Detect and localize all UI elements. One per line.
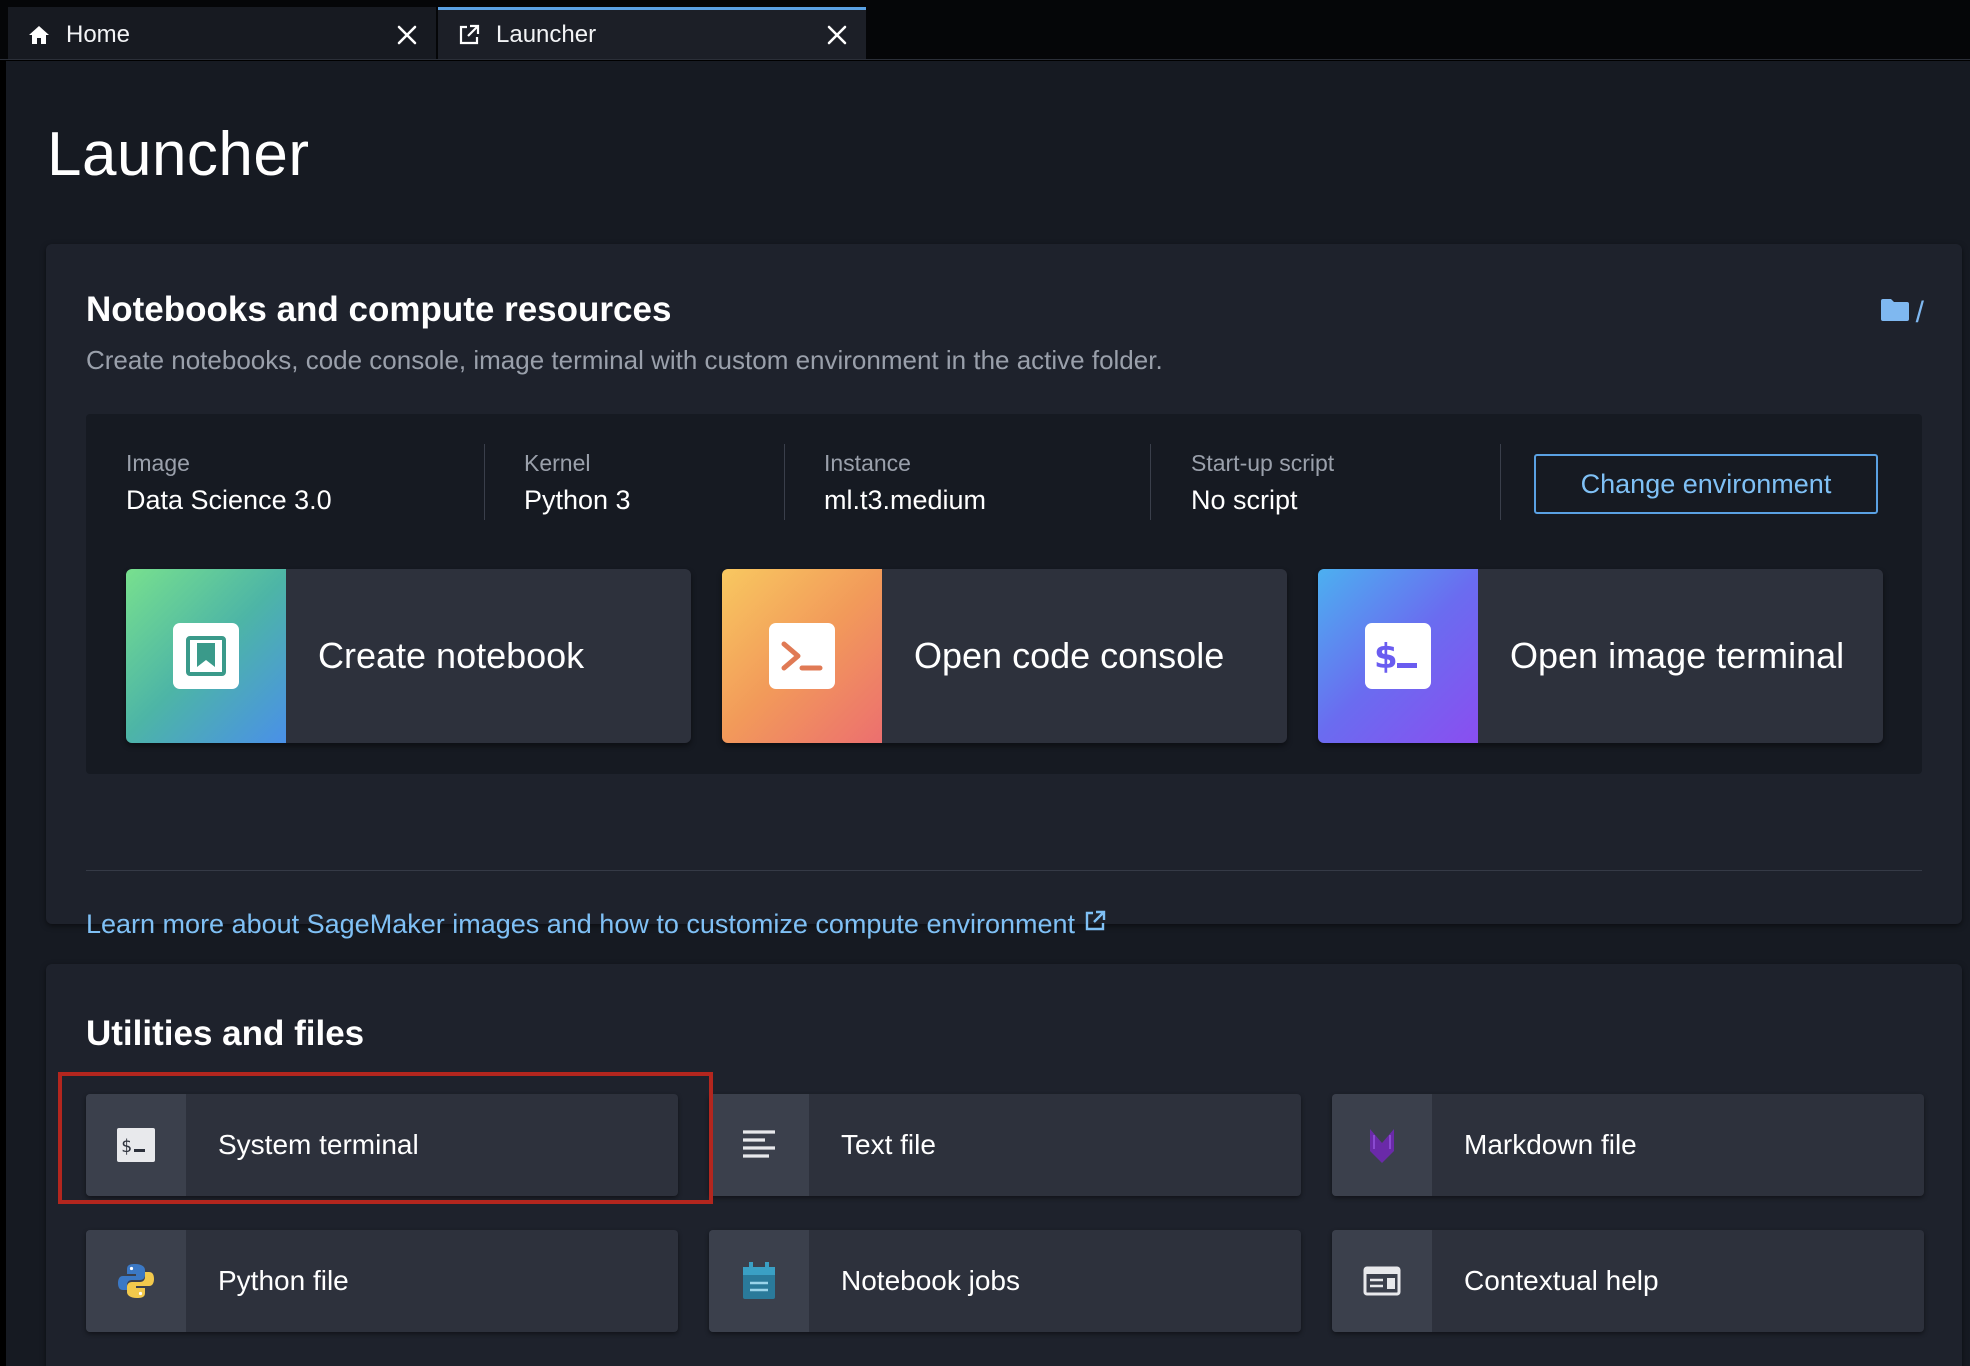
tab-home[interactable]: Home <box>8 7 436 59</box>
notebook-icon <box>173 623 239 689</box>
home-icon <box>26 22 52 48</box>
contextual-help-card[interactable]: Contextual help <box>1332 1230 1924 1332</box>
markdown-icon <box>1332 1094 1432 1196</box>
learn-more-text: Learn more about SageMaker images and ho… <box>86 909 1076 939</box>
env-instance-label: Instance <box>824 450 911 476</box>
system-terminal-card[interactable]: $ System terminal <box>86 1094 678 1196</box>
env-instance-value: ml.t3.medium <box>824 485 987 515</box>
section-title-utilities: Utilities and files <box>86 1014 365 1053</box>
create-notebook-label: Create notebook <box>318 635 585 676</box>
svg-text:$: $ <box>1374 637 1398 677</box>
divider <box>86 870 1922 871</box>
python-icon <box>86 1230 186 1332</box>
tab-launcher-label: Launcher <box>496 20 597 48</box>
open-code-console-label: Open code console <box>914 635 1225 676</box>
system-terminal-icon: $ <box>86 1094 186 1196</box>
svg-text:$: $ <box>121 1136 132 1157</box>
env-image-label: Image <box>126 450 190 476</box>
tab-launcher[interactable]: Launcher <box>438 7 866 59</box>
env-image: Image Data Science 3.0 <box>126 450 332 516</box>
markdown-file-card[interactable]: Markdown file <box>1332 1094 1924 1196</box>
folder-icon <box>1880 296 1910 330</box>
text-file-label: Text file <box>841 1129 936 1160</box>
page-title: Launcher <box>47 120 310 189</box>
close-icon[interactable] <box>392 20 422 50</box>
open-image-terminal-card[interactable]: $ Open image terminal <box>1318 569 1883 743</box>
env-startup: Start-up script No script <box>1191 450 1334 516</box>
active-folder[interactable]: / <box>1880 296 1924 330</box>
text-file-card[interactable]: Text file <box>709 1094 1301 1196</box>
learn-more-link[interactable]: Learn more about SageMaker images and ho… <box>86 909 1107 940</box>
close-icon[interactable] <box>822 20 852 50</box>
text-file-icon <box>709 1094 809 1196</box>
env-startup-value: No script <box>1191 485 1298 515</box>
divider <box>1500 444 1501 520</box>
open-code-console-card[interactable]: Open code console <box>722 569 1287 743</box>
notebook-jobs-label: Notebook jobs <box>841 1265 1021 1296</box>
notebooks-panel: Notebooks and compute resources Create n… <box>46 244 1962 939</box>
launcher-icon <box>456 22 482 48</box>
contextual-help-icon <box>1332 1230 1432 1332</box>
folder-path-text: / <box>1915 296 1924 329</box>
tab-home-label: Home <box>66 20 131 48</box>
tab-bar: Home Launcher <box>0 0 1970 60</box>
calendar-icon <box>709 1230 809 1332</box>
code-console-icon <box>769 623 835 689</box>
notebook-jobs-card[interactable]: Notebook jobs <box>709 1230 1301 1332</box>
markdown-file-label: Markdown file <box>1464 1129 1637 1160</box>
env-kernel-value: Python 3 <box>524 485 631 515</box>
divider <box>784 444 785 520</box>
environment-box: Image Data Science 3.0 Kernel Python 3 I… <box>86 414 1922 774</box>
external-link-icon <box>1083 909 1107 940</box>
contextual-help-label: Contextual help <box>1464 1265 1659 1296</box>
change-environment-button[interactable]: Change environment <box>1534 454 1878 514</box>
open-image-terminal-label: Open image terminal <box>1510 635 1845 676</box>
env-kernel: Kernel Python 3 <box>524 450 631 516</box>
env-startup-label: Start-up script <box>1191 450 1335 476</box>
env-image-value: Data Science 3.0 <box>126 485 332 515</box>
divider <box>1150 444 1151 520</box>
utilities-panel: Utilities and files $ System terminal Te… <box>46 964 1962 1366</box>
system-terminal-label: System terminal <box>218 1129 419 1160</box>
python-file-card[interactable]: Python file <box>86 1230 678 1332</box>
section-title-notebooks: Notebooks and compute resources <box>86 290 672 329</box>
section-subtitle: Create notebooks, code console, image te… <box>86 345 1163 375</box>
image-terminal-icon: $ <box>1365 623 1431 689</box>
env-instance: Instance ml.t3.medium <box>824 450 986 516</box>
python-file-label: Python file <box>218 1265 349 1296</box>
create-notebook-card[interactable]: Create notebook <box>126 569 691 743</box>
divider <box>484 444 485 520</box>
launcher-main: Launcher Notebooks and compute resources… <box>6 61 1970 1366</box>
env-kernel-label: Kernel <box>524 450 591 476</box>
